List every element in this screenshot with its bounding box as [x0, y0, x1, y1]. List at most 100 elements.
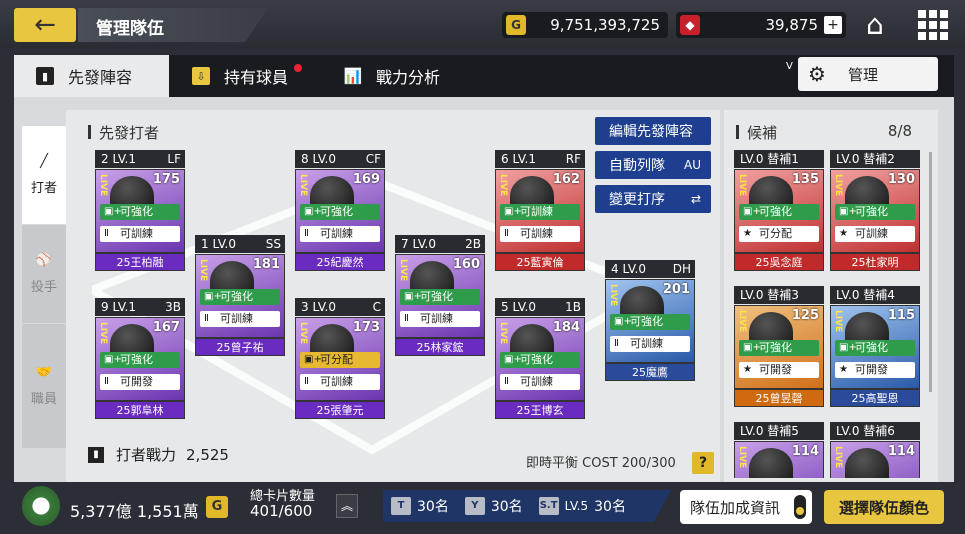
manage-button[interactable]: V ⚙ 管理: [786, 57, 938, 91]
auto-lineup-button[interactable]: 自動列隊 AU: [595, 151, 711, 179]
badge-label: 可訓練: [520, 375, 553, 388]
card-level: LV.1: [512, 152, 536, 166]
card-level: LV.0: [622, 262, 646, 276]
person-plus-icon: ▣+: [839, 342, 857, 353]
help-button[interactable]: ?: [692, 452, 714, 474]
badge-label: 可訓練: [220, 312, 253, 325]
player-card[interactable]: 5 LV.0 1B LIVE 184 ▣+ 可強化 Ⅱ 可訓練 25王博玄: [495, 298, 585, 420]
card-portrait: LIVE 114: [734, 441, 824, 478]
player-card[interactable]: 6 LV.1 RF LIVE 162 ▣+ 可訓練 Ⅱ 可訓練 25藍寅倫: [495, 150, 585, 272]
batting-order: 1: [201, 237, 209, 251]
side-tab-pitchers[interactable]: ⚾ 投手: [22, 225, 66, 323]
choose-team-color-button[interactable]: 選擇隊伍顏色: [824, 490, 944, 524]
swap-icon: ⇄: [690, 192, 701, 206]
card-portrait: LIVE 114: [830, 441, 920, 478]
badge-label: 可分配: [759, 227, 792, 240]
player-card[interactable]: 2 LV.1 LF LIVE 175 ▣+ 可強化 Ⅱ 可訓練 25王柏融: [95, 150, 185, 272]
button-label: 自動列隊: [609, 158, 665, 174]
train-badge: Ⅱ 可訓練: [300, 226, 380, 242]
add-gems-icon[interactable]: +: [824, 16, 842, 34]
train-icon: Ⅱ: [104, 228, 109, 239]
card-count: 總卡片數量 401/600: [250, 489, 315, 519]
card-portrait: LIVE 184 ▣+ 可強化 Ⅱ 可訓練: [495, 317, 585, 401]
player-name: 25杜家明: [830, 253, 920, 271]
badge-label: 可強化: [220, 290, 253, 303]
side-tab-staff[interactable]: 🤝 職員: [22, 324, 66, 448]
back-button[interactable]: ←: [14, 8, 76, 42]
bench-card[interactable]: LV.0 替補1 LIVE 135 ▣+ 可強化 ★ 可分配 25吳念庭: [734, 150, 824, 272]
tab-starting-lineup[interactable]: ▮ 先發陣容: [14, 55, 169, 97]
card-rating: 114: [887, 444, 915, 459]
develop-badge: ★ 可訓練: [835, 226, 915, 242]
team-bonus-button[interactable]: 隊伍加成資訊: [680, 490, 812, 524]
batting-order: 5: [501, 300, 509, 314]
badge-label: 可訓練: [120, 227, 153, 240]
expand-cards-button[interactable]: ︽: [336, 494, 358, 518]
tab-owned-players[interactable]: ⇩ 持有球員: [192, 55, 303, 97]
bench-card[interactable]: LV.0 替補4 LIVE 115 ▣+ 可強化 ★ 可開發 25高聖恩: [830, 286, 920, 408]
card-position: C: [372, 300, 381, 314]
rank-item: Y 30名: [464, 496, 523, 516]
card-rating: 125: [791, 308, 819, 323]
train-icon: Ⅱ: [304, 228, 309, 239]
player-card[interactable]: 7 LV.0 2B LIVE 160 ▣+ 可強化 Ⅱ 可訓練 25林家鋐: [395, 235, 485, 357]
change-order-button[interactable]: 變更打序 ⇄: [595, 185, 711, 213]
card-portrait: LIVE 173 ▣+ 可分配 Ⅱ 可訓練: [295, 317, 385, 401]
rank-value: 30名: [594, 499, 626, 515]
train-badge: Ⅱ 可訓練: [610, 336, 690, 352]
bench-card[interactable]: LV.0 替補6 LIVE 114: [830, 422, 920, 478]
batting-order: 6: [501, 152, 509, 166]
player-card[interactable]: 4 LV.0 DH LIVE 201 ▣+ 可強化 Ⅱ 可訓練 25魔鷹: [605, 260, 695, 382]
card-header: LV.0 替補1: [734, 150, 824, 168]
card-level: LV.0: [412, 237, 436, 251]
position-side-tabs: ╱ 打者 ⚾ 投手 🤝 職員: [22, 126, 66, 448]
bench-card[interactable]: LV.0 替補5 LIVE 114: [734, 422, 824, 478]
bench-scrollbar[interactable]: [929, 152, 932, 392]
edit-lineup-button[interactable]: 編輯先發陣容: [595, 117, 711, 145]
tab-power-analysis[interactable]: 📊 戰力分析: [344, 55, 440, 97]
live-tag: LIVE: [833, 174, 843, 197]
upgrade-badge: ▣+ 可強化: [739, 204, 819, 220]
train-badge: Ⅱ 可訓練: [100, 226, 180, 242]
player-card[interactable]: 1 LV.0 SS LIVE 181 ▣+ 可強化 Ⅱ 可訓練 25曾子祐: [195, 235, 285, 357]
menu-grid-icon[interactable]: [918, 10, 948, 40]
person-plus-icon: ▣+: [104, 354, 122, 365]
rank-badge-icon: T: [391, 497, 411, 515]
power-label: 打者戰力: [116, 446, 177, 464]
train-icon: Ⅱ: [204, 313, 209, 324]
side-tab-batters[interactable]: ╱ 打者: [22, 126, 66, 224]
badge-label: 可分配: [320, 353, 353, 366]
train-badge: Ⅱ 可訓練: [200, 311, 280, 327]
power-value: 2,525: [186, 445, 229, 464]
batting-order: 9: [101, 300, 109, 314]
bench-card[interactable]: LV.0 替補2 LIVE 130 ▣+ 可強化 ★ 可訓練 25杜家明: [830, 150, 920, 272]
live-tag: LIVE: [498, 322, 508, 345]
badge-label: 可強化: [520, 353, 553, 366]
card-header: LV.0 替補3: [734, 286, 824, 304]
team-money: 5,377億 1,551萬: [70, 502, 199, 521]
upgrade-badge: ▣+ 可強化: [835, 204, 915, 220]
player-card[interactable]: 3 LV.0 C LIVE 173 ▣+ 可分配 Ⅱ 可訓練 25張肇元: [295, 298, 385, 420]
upgrade-badge: ▣+ 可強化: [100, 352, 180, 368]
download-icon: ⇩: [192, 67, 210, 85]
card-header: 1 LV.0 SS: [195, 235, 285, 253]
card-portrait: LIVE 135 ▣+ 可強化 ★ 可分配: [734, 169, 824, 253]
power-icon: ▮: [88, 446, 104, 463]
home-icon[interactable]: ⌂: [866, 11, 898, 40]
batting-order: 7: [401, 237, 409, 251]
live-tag: LIVE: [198, 259, 208, 282]
star-icon: ★: [743, 228, 752, 239]
manage-hint: V: [786, 61, 793, 72]
upgrade-badge: ▣+ 可強化: [300, 204, 380, 220]
bench-card[interactable]: LV.0 替補3 LIVE 125 ▣+ 可強化 ★ 可開發 25曾昱磬: [734, 286, 824, 408]
person-plus-icon: ▣+: [839, 206, 857, 217]
player-card[interactable]: 9 LV.1 3B LIVE 167 ▣+ 可強化 Ⅱ 可開發 25郭阜林: [95, 298, 185, 420]
badge-label: 可訓練: [520, 205, 553, 218]
upgrade-badge: ▣+ 可分配: [300, 352, 380, 368]
card-portrait: LIVE 169 ▣+ 可強化 Ⅱ 可訓練: [295, 169, 385, 253]
gem-icon: ◆: [680, 15, 700, 35]
ball-icon: ⚾: [35, 253, 53, 268]
player-name: 25吳念庭: [734, 253, 824, 271]
player-card[interactable]: 8 LV.0 CF LIVE 169 ▣+ 可強化 Ⅱ 可訓練 25紀慶然: [295, 150, 385, 272]
toggle-icon: [794, 495, 806, 519]
